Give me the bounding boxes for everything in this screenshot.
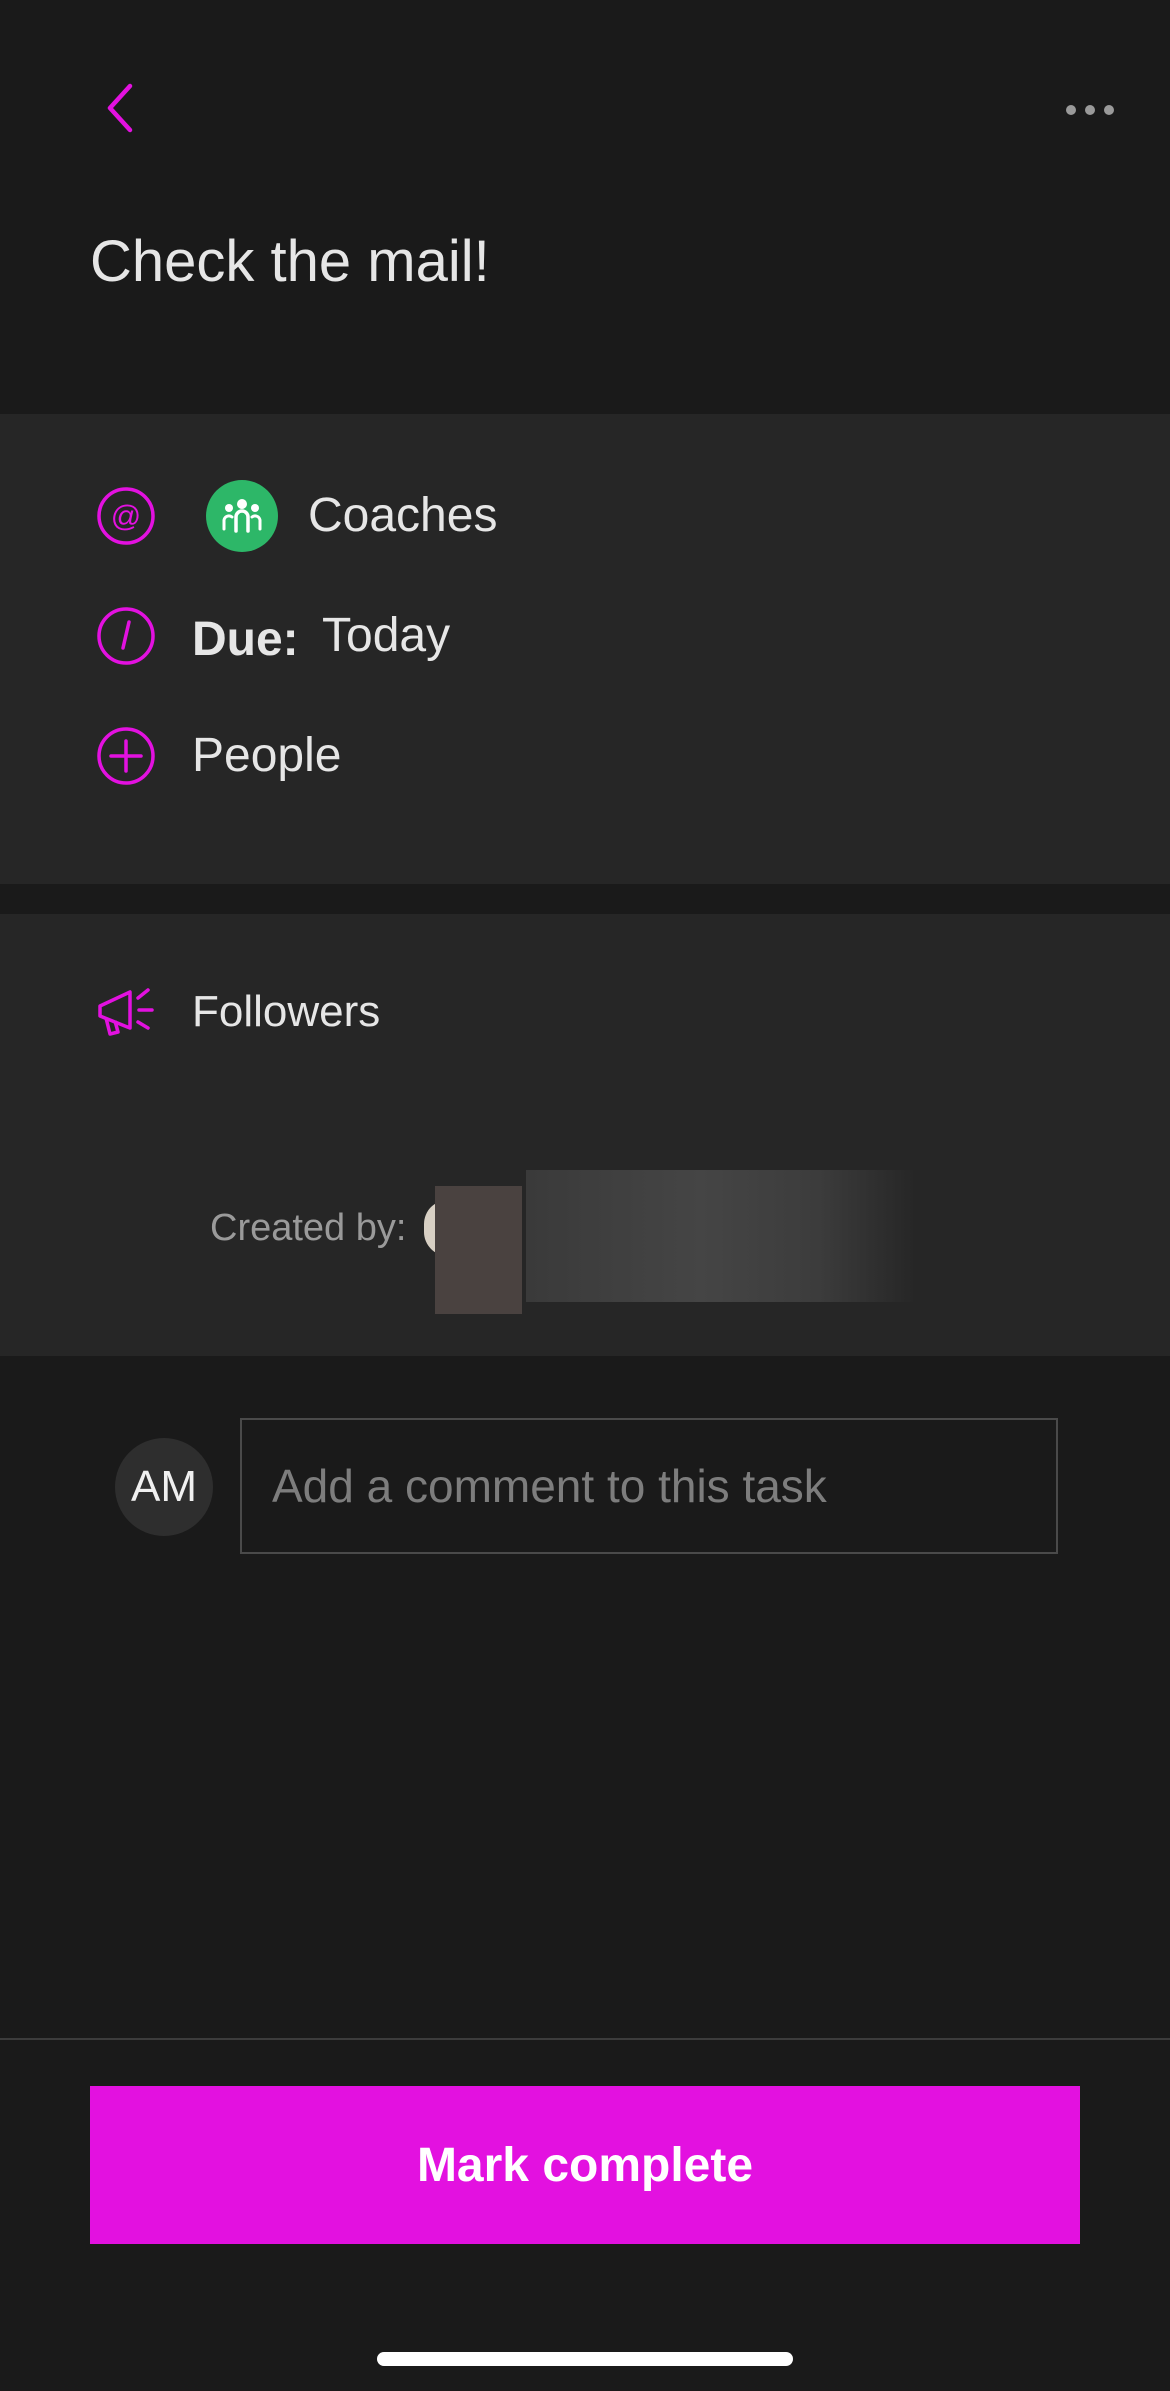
svg-text:@: @	[111, 500, 141, 533]
creator-photo	[435, 1186, 522, 1314]
add-people-button[interactable]: People	[192, 724, 341, 788]
ellipsis-icon	[1065, 103, 1115, 122]
more-options-button[interactable]	[1040, 90, 1140, 134]
at-sign-icon: @	[94, 480, 158, 552]
home-indicator	[377, 2352, 793, 2366]
megaphone-icon	[94, 980, 158, 1044]
assignee-label[interactable]: Coaches	[308, 484, 497, 548]
creator-name-redacted	[526, 1170, 916, 1302]
followers-label[interactable]: Followers	[192, 980, 380, 1044]
due-date-value[interactable]: Today	[322, 604, 450, 668]
avatar: AM	[115, 1438, 213, 1536]
task-title: Check the mail!	[90, 229, 490, 294]
due-label: Due:	[192, 613, 299, 666]
comment-input[interactable]	[240, 1418, 1058, 1554]
clock-icon	[94, 604, 158, 668]
team-avatar	[206, 480, 278, 552]
plus-circle-icon[interactable]	[94, 724, 158, 788]
chevron-left-icon	[102, 82, 138, 139]
group-icon	[219, 495, 265, 538]
task-details-panel	[0, 414, 1170, 884]
mark-complete-button[interactable]: Mark complete	[90, 2086, 1080, 2244]
back-button[interactable]	[90, 80, 150, 140]
created-by-label: Created by:	[210, 1207, 407, 1249]
footer-divider	[0, 2038, 1170, 2040]
